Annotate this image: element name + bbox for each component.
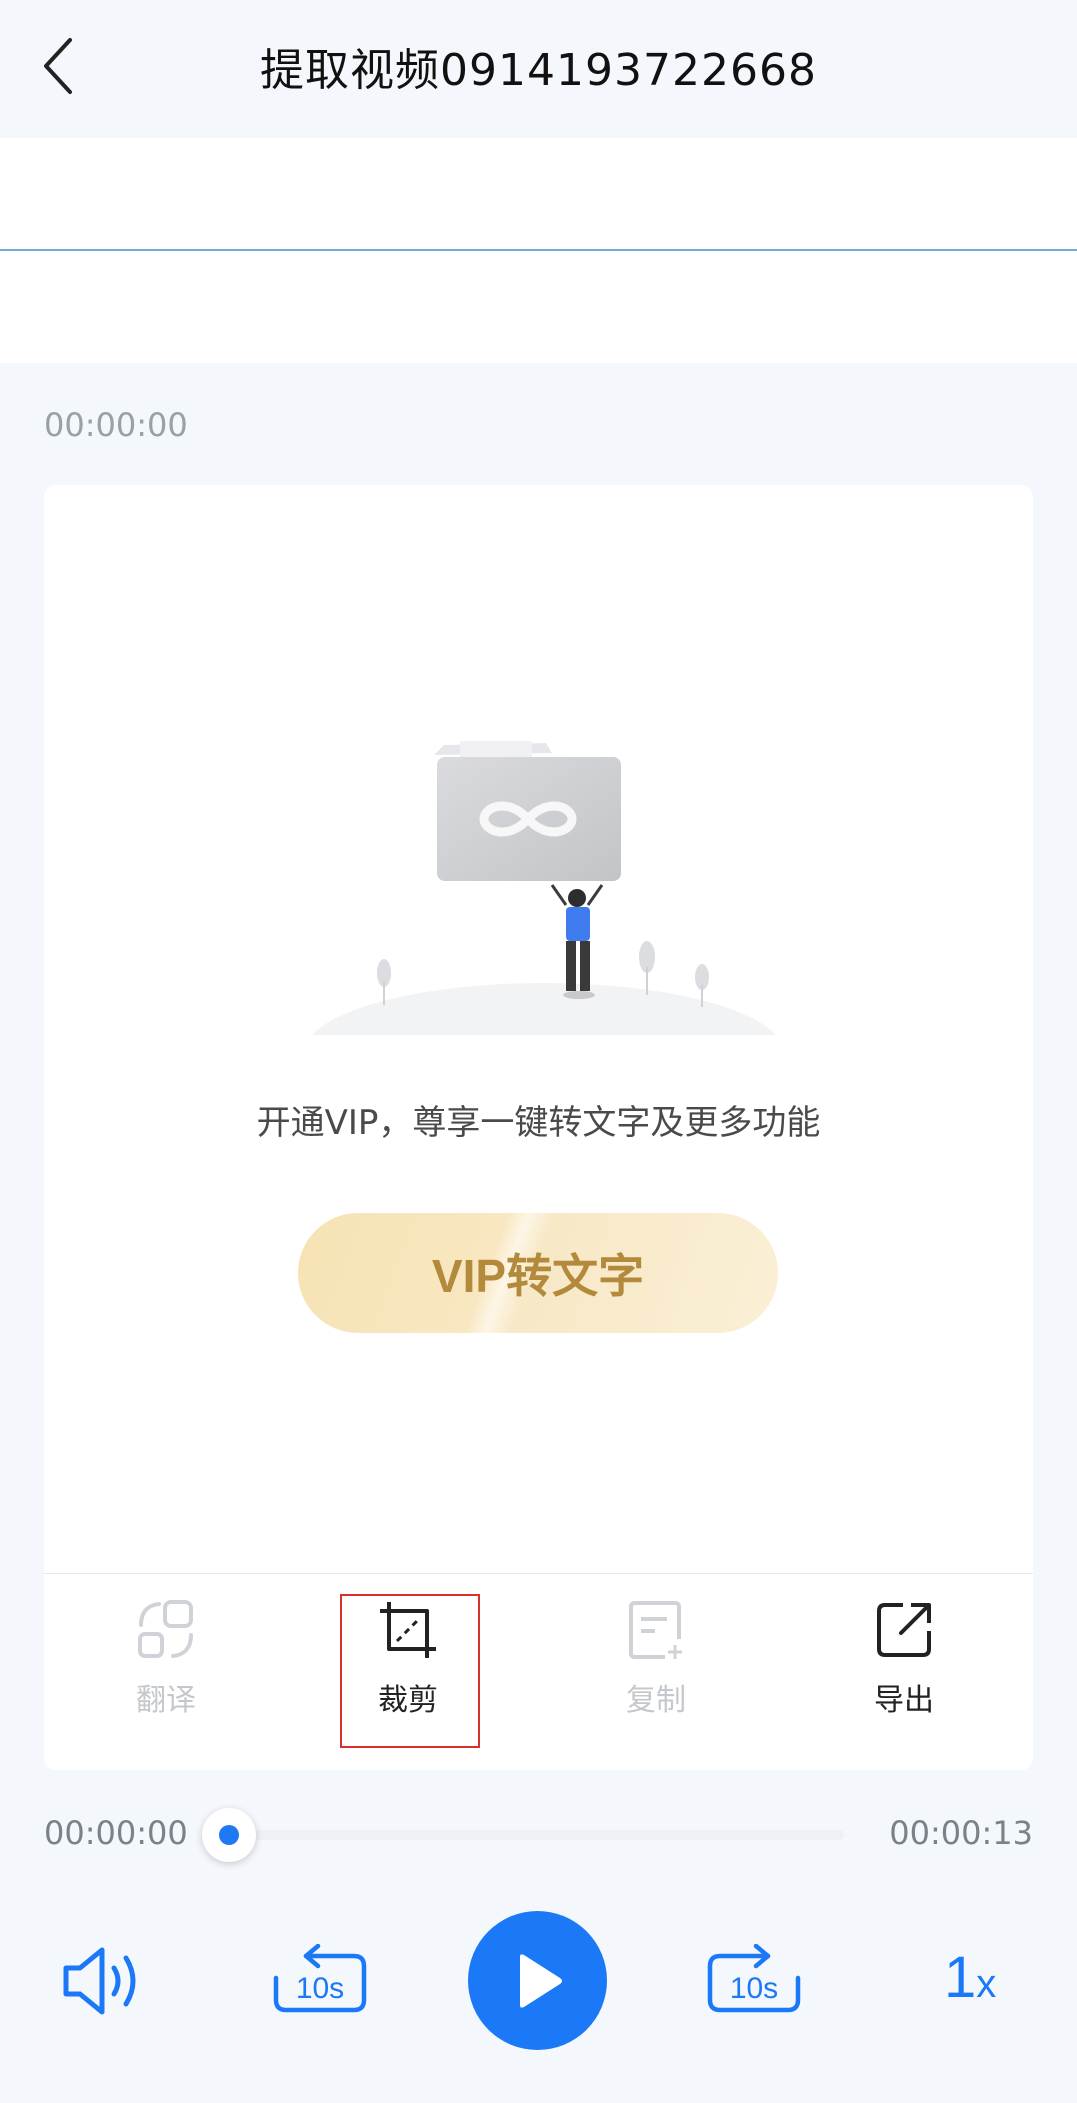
playback-progress: 00:00:00 00:00:13 (0, 1806, 1077, 1862)
toolbar-divider (44, 1573, 1033, 1574)
top-bar: 提取视频0914193722668 (0, 0, 1077, 138)
volume-button[interactable] (62, 1946, 148, 2020)
rewind-10s-button[interactable]: 10s (272, 1943, 368, 2018)
waveform-area[interactable] (0, 138, 1077, 363)
total-time: 00:00:13 (889, 1814, 1033, 1852)
waveform-timestamp: 00:00:00 (44, 406, 188, 444)
transcript-card: 开通VIP，尊享一键转文字及更多功能 VIP转文字 翻译 裁剪 复制 导出 (44, 485, 1033, 1770)
speaker-icon (63, 1947, 136, 2015)
progress-thumb[interactable] (202, 1808, 256, 1862)
forward-label: 10s (730, 1972, 778, 2005)
vip-transcribe-button[interactable]: VIP转文字 (298, 1213, 778, 1333)
vip-transcribe-label: VIP转文字 (431, 1250, 645, 1302)
vip-empty-illustration (284, 741, 804, 1055)
copy-icon (629, 1601, 682, 1659)
page-title: 提取视频0914193722668 (260, 45, 817, 96)
forward-10s-button[interactable]: 10s (706, 1943, 802, 2018)
progress-track[interactable] (222, 1830, 844, 1840)
current-time: 00:00:00 (44, 1814, 188, 1852)
copy-tool[interactable]: 复制 (586, 1599, 726, 1749)
speed-unit: x (976, 1962, 997, 2006)
player-controls: 10s 10s 1x (0, 1900, 1077, 2060)
export-icon (877, 1603, 931, 1657)
playback-speed-button[interactable]: 1x (944, 1944, 996, 2011)
play-icon (519, 1953, 562, 2008)
play-button[interactable] (468, 1911, 607, 2050)
export-tool[interactable]: 导出 (834, 1599, 974, 1749)
copy-label: 复制 (626, 1683, 686, 1718)
rewind-label: 10s (296, 1972, 344, 2005)
export-label: 导出 (874, 1683, 934, 1718)
forward-icon: 10s (707, 1943, 801, 2013)
translate-tool[interactable]: 翻译 (96, 1599, 236, 1749)
vip-promo-text: 开通VIP，尊享一键转文字及更多功能 (256, 1103, 821, 1143)
crop-selection-highlight (340, 1594, 480, 1748)
progress-thumb-dot (219, 1825, 239, 1845)
translate-label: 翻译 (136, 1683, 196, 1718)
speed-value: 1 (944, 1945, 977, 2010)
rewind-icon: 10s (273, 1943, 367, 2013)
waveform-baseline (0, 249, 1077, 251)
translate-icon (138, 1600, 193, 1658)
